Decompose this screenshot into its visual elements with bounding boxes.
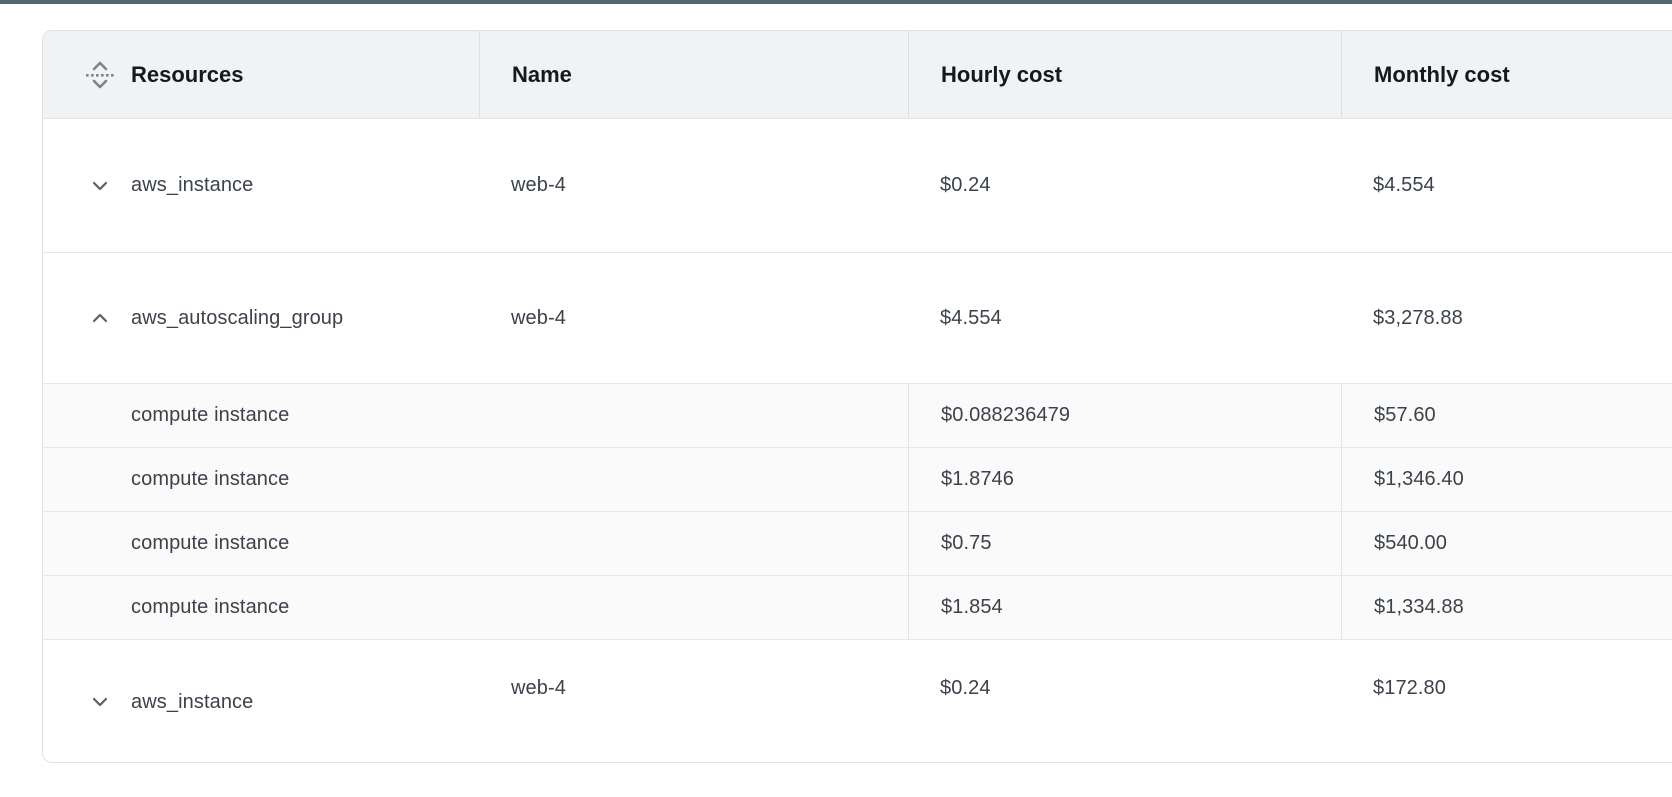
top-accent-bar bbox=[0, 0, 1672, 4]
component-name: compute instance bbox=[131, 404, 289, 427]
chevron-up-icon[interactable] bbox=[89, 307, 111, 329]
component-row: compute instance $1.8746 $1,346.40 bbox=[43, 448, 1672, 512]
column-header-label: Monthly cost bbox=[1374, 62, 1510, 88]
resource-name: aws_instance bbox=[131, 174, 253, 197]
drag-reorder-icon[interactable] bbox=[85, 59, 115, 91]
column-header-monthly-cost: Monthly cost bbox=[1341, 31, 1672, 118]
column-header-resources: Resources bbox=[43, 31, 479, 118]
resource-name: aws_autoscaling_group bbox=[131, 307, 343, 330]
column-header-label: Hourly cost bbox=[941, 62, 1062, 88]
table-row: aws_autoscaling_group web-4 $4.554 $3,27… bbox=[43, 253, 1672, 384]
resource-cell[interactable]: aws_autoscaling_group bbox=[43, 253, 479, 383]
component-name: compute instance bbox=[131, 596, 289, 619]
component-row: compute instance $1.854 $1,334.88 bbox=[43, 576, 1672, 640]
resource-name: aws_instance bbox=[131, 691, 253, 714]
component-name: compute instance bbox=[131, 468, 289, 491]
chevron-down-icon[interactable] bbox=[89, 691, 111, 713]
monthly-cost-value: $1,334.88 bbox=[1374, 596, 1464, 619]
monthly-cost-value: $1,346.40 bbox=[1374, 468, 1464, 491]
hourly-cost-value: $0.24 bbox=[940, 174, 991, 197]
name-value: web-4 bbox=[511, 174, 566, 197]
table-header-row: Resources Name Hourly cost Monthly cost bbox=[43, 31, 1672, 119]
monthly-cost-value: $57.60 bbox=[1374, 404, 1436, 427]
component-name: compute instance bbox=[131, 532, 289, 555]
column-header-name: Name bbox=[479, 31, 908, 118]
column-header-label: Name bbox=[512, 62, 572, 88]
monthly-cost-value: $172.80 bbox=[1373, 677, 1446, 700]
hourly-cost-value: $4.554 bbox=[940, 307, 1002, 330]
table-row: aws_instance web-4 $0.24 $4.554 bbox=[43, 119, 1672, 253]
name-value: web-4 bbox=[511, 307, 566, 330]
hourly-cost-value: $1.8746 bbox=[941, 468, 1014, 491]
hourly-cost-value: $0.088236479 bbox=[941, 404, 1070, 427]
monthly-cost-value: $4.554 bbox=[1373, 174, 1435, 197]
component-row: compute instance $0.088236479 $57.60 bbox=[43, 384, 1672, 448]
column-header-label: Resources bbox=[131, 62, 244, 88]
component-row: compute instance $0.75 $540.00 bbox=[43, 512, 1672, 576]
monthly-cost-value: $540.00 bbox=[1374, 532, 1447, 555]
chevron-down-icon[interactable] bbox=[89, 175, 111, 197]
column-header-hourly-cost: Hourly cost bbox=[908, 31, 1341, 118]
table-row: aws_instance web-4 $0.24 $172.80 bbox=[43, 640, 1672, 763]
hourly-cost-value: $1.854 bbox=[941, 596, 1003, 619]
resource-cell[interactable]: aws_instance bbox=[43, 119, 479, 252]
hourly-cost-value: $0.24 bbox=[940, 677, 991, 700]
name-value: web-4 bbox=[511, 677, 566, 700]
hourly-cost-value: $0.75 bbox=[941, 532, 992, 555]
cost-table-card: Resources Name Hourly cost Monthly cost … bbox=[42, 30, 1672, 763]
monthly-cost-value: $3,278.88 bbox=[1373, 307, 1463, 330]
resource-cell[interactable]: aws_instance bbox=[43, 640, 479, 763]
